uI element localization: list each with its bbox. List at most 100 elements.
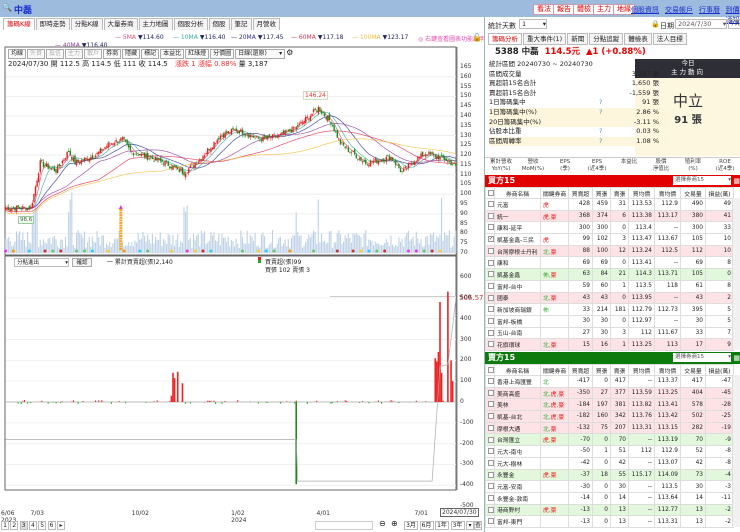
toolbar-button-8[interactable]: 本益比 [160,49,185,59]
stock-input[interactable] [315,521,373,530]
broker-name[interactable]: 元大-樹林 [494,456,541,470]
broker-name[interactable]: 康和 [494,256,541,270]
broker-name[interactable]: 美林 [494,398,541,412]
row-checkbox[interactable] [488,306,494,313]
broker-name[interactable]: 香港上海匯豐 [494,375,541,388]
right-tab-2[interactable]: 新聞 [567,33,589,45]
column-header[interactable]: 關鍵券商 [540,187,569,199]
broker-row[interactable]: 元富虎 428 459 31 113.53 112.9 490 49 [485,198,734,211]
select-all-checkbox[interactable] [488,366,494,373]
page-button-5[interactable]: 5 [38,521,47,530]
help-icon[interactable]: ? [599,137,602,147]
broker-row[interactable]: 統一 虎,豪 368 374 6 113.38 113.17 380 41 [485,209,734,223]
broker-row[interactable]: ✓ 凱基金鑫-三民虎 99 102 3 113.47 113.67 105 10 [485,233,734,246]
column-header[interactable]: 損益(萬) [705,364,734,376]
page-more-button[interactable]: ▸ [57,521,65,530]
broker-name[interactable]: 台灣摩根士丹利 [494,244,541,258]
page-button-3[interactable]: 3 [19,521,28,530]
row-checkbox[interactable] [488,212,494,219]
broker-name[interactable]: 富邦-東門 [494,515,541,528]
gear-icon[interactable]: ⚙ [286,49,293,59]
toolbar-button-1[interactable]: 外資 [27,49,46,59]
broker-row[interactable]: 元大-南屯 -50 1 51 112 112.9 52 -8 [485,445,734,458]
top-link-2[interactable]: 行事曆 [699,5,720,15]
row-checkbox[interactable] [488,201,494,208]
top-button-1[interactable]: 報告 [553,4,575,15]
broker-name[interactable]: 永豐金 [494,468,541,482]
keyword-select[interactable]: 選擇券商15 ▾ [673,353,731,362]
help-icon[interactable]: ? [599,127,602,137]
help-icon[interactable]: ? [599,98,602,108]
row-checkbox[interactable] [488,448,494,455]
broker-name[interactable]: 元富 [494,198,541,211]
broker-row[interactable]: 香港上海匯豐北 -417 0 417 -- 113.37 417 -47 [485,375,734,388]
buy-scrollbar[interactable] [732,198,740,351]
date-picker[interactable]: 2024/7/30 ▾ [675,19,727,29]
broker-name[interactable]: 凱基金鑫 [494,268,541,281]
column-header[interactable]: 買均價 [628,364,655,376]
row-checkbox[interactable] [488,483,494,490]
row-checkbox[interactable] [488,378,494,385]
broker-row[interactable]: 富邦-台中 59 60 1 113.5 118 61 8 [485,279,734,293]
column-header[interactable]: 交易量 [680,187,706,199]
column-header[interactable]: 買賣超 [568,364,593,376]
broker-name[interactable]: 富邦-板橋 [494,314,541,328]
broker-name[interactable]: 台灣匯立 [494,433,541,447]
broker-name[interactable]: 國泰 [494,291,541,305]
confirm-button[interactable]: 確認 [72,258,92,267]
range-button-2[interactable]: 1年 [435,521,449,530]
period-select[interactable]: 日線(還原) ▾ [235,49,286,59]
broker-name[interactable]: 永豐金-敦南 [494,491,541,505]
keyword-select[interactable]: 選擇券商15 ▾ [673,176,731,185]
query-button[interactable]: 查 [474,521,482,530]
toolbar-button-3[interactable]: 主力 [65,49,84,59]
top-button-0[interactable]: 看法 [533,4,555,15]
broker-name[interactable]: 新加坡商瑞銀 [494,303,541,316]
right-tab-1[interactable]: 重大事件(1) [523,33,567,45]
today-button[interactable]: 今天 [728,19,740,29]
broker-row[interactable]: 凱基金鑫 佈,豪 63 84 21 114.3 113.71 105 0 [485,268,734,281]
row-checkbox[interactable] [488,224,494,231]
column-header[interactable]: 賣均價 [654,364,681,376]
range-button-0[interactable]: 3月 [404,521,418,530]
grid-icon[interactable]: ▦ [733,352,740,364]
page-button-6[interactable]: 6 [47,521,56,530]
column-header[interactable]: 交易量 [680,364,706,376]
top-button-3[interactable]: 主力 [593,4,615,15]
broker-row[interactable]: 凱基-台北 北,虎,豪 -182 160 342 113.76 113.42 502 -25 [485,410,734,423]
row-checkbox[interactable] [488,436,494,443]
row-checkbox[interactable] [488,247,494,254]
column-header[interactable] [485,187,495,199]
broker-row[interactable]: 港商野村 虎,豪 -13 0 13 -- 112.77 13 -2 [485,503,734,517]
row-checkbox[interactable] [488,389,494,396]
broker-row[interactable]: 元富-安南 -30 0 30 -- 113.5 30 -3 [485,480,734,493]
broker-row[interactable]: 富邦-板橋 30 30 0 112.97 -- 30 5 [485,314,734,328]
broker-name[interactable]: 美商高盛 [494,386,541,400]
right-tab-3[interactable]: 分點追蹤 [589,33,624,45]
broker-row[interactable]: 摩根大通 北,豪 -132 75 207 113.31 113.15 282 -19 [485,421,734,435]
column-header[interactable]: 買均價 [628,187,655,199]
toolbar-button-10[interactable]: 分價圖 [210,49,235,59]
broker-row[interactable]: 美林 北,虎,豪 -184 197 381 113.82 113.41 578 -28 [485,398,734,412]
row-checkbox[interactable] [488,294,494,301]
broker-row[interactable]: 永豐金 虎,豪 -37 18 55 115.17 114.09 73 -4 [485,468,734,482]
row-checkbox[interactable] [488,459,494,466]
broker-row[interactable]: 台灣匯立 虎,豪 -70 0 70 -- 113.19 70 -9 [485,433,734,447]
lock-icon[interactable]: 🔒 [651,20,660,28]
broker-row[interactable]: 新加坡商瑞銀佈 33 214 181 112.79 112.73 395 5 [485,303,734,316]
row-checkbox[interactable] [488,317,494,324]
broker-row[interactable]: 康和-延平 300 300 0 113.4 -- 300 33 [485,221,734,235]
toolbar-button-6[interactable]: 隱藏 [122,49,141,59]
toolbar-button-4[interactable]: 散戶 [84,49,103,59]
column-header[interactable]: 損益(萬) [705,187,734,199]
column-header[interactable]: 賣均價 [654,187,681,199]
column-header[interactable]: 券商名稱 [494,364,541,376]
column-header[interactable]: 賣張 [610,187,629,199]
broker-row[interactable]: 永豐金-敦南 -14 0 14 -- 113.64 14 -11 [485,491,734,505]
row-checkbox[interactable] [488,413,494,420]
broker-name[interactable]: 元大-南屯 [494,445,541,458]
row-checkbox[interactable] [488,259,494,266]
help-icon[interactable]: ? [599,108,602,118]
page-button-4[interactable]: 4 [28,521,37,530]
column-header[interactable]: 買張 [592,364,611,376]
